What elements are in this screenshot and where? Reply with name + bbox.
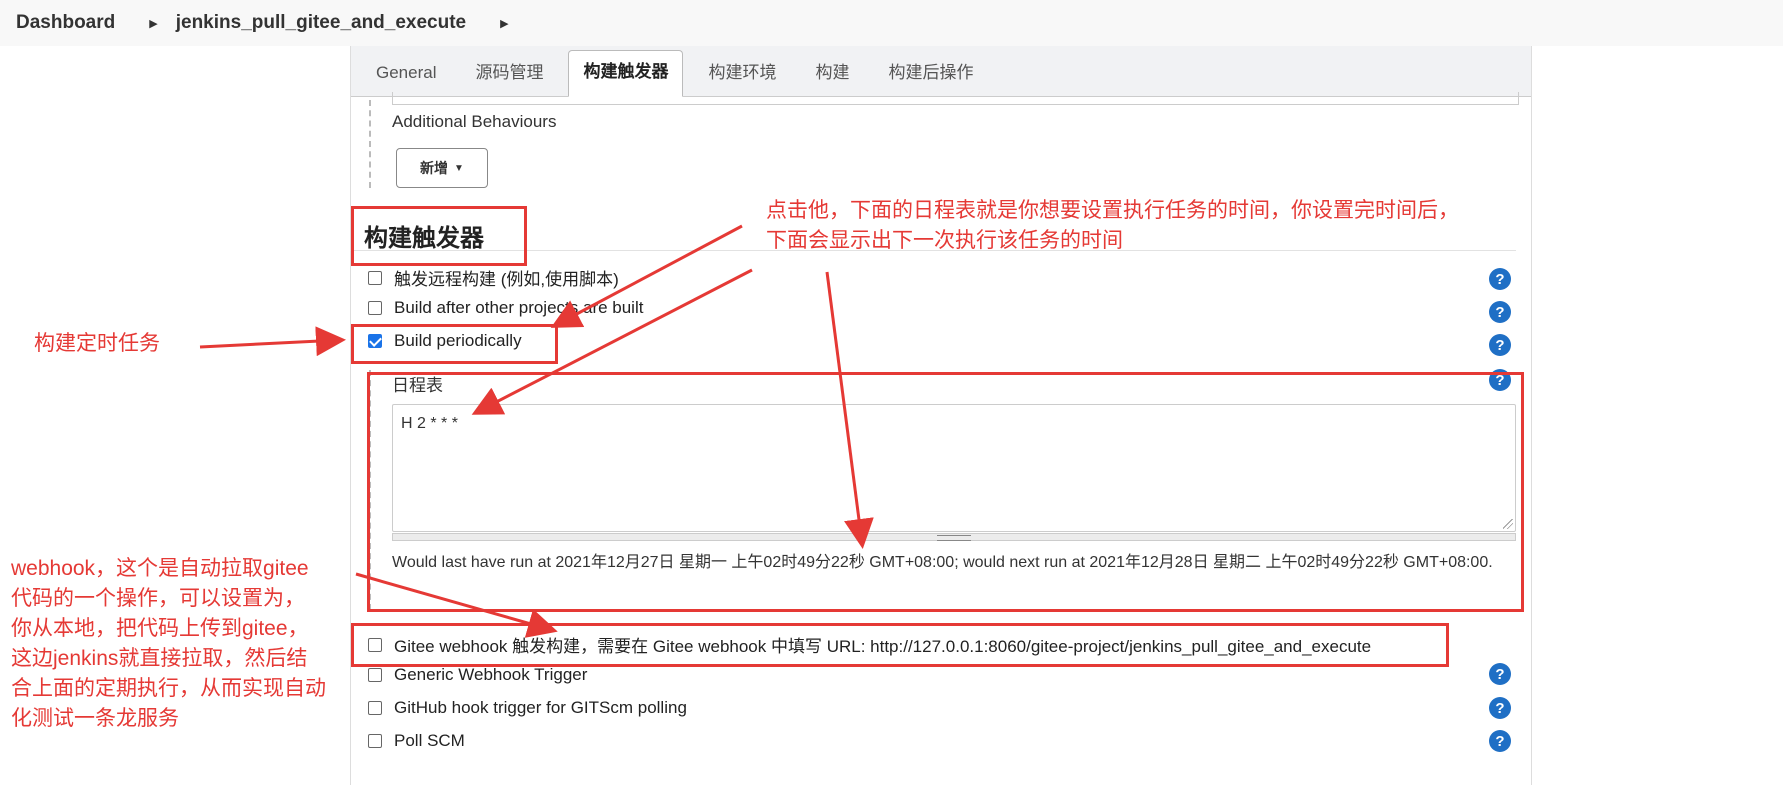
arrow-to-periodically-box [199,326,346,357]
arrow-to-build-periodically [550,224,743,328]
arrow-to-gitee-webhook [355,572,558,638]
arrow-to-schedule [471,268,753,415]
annotation-arrows [199,224,874,638]
arrow-to-next-run [825,271,874,549]
